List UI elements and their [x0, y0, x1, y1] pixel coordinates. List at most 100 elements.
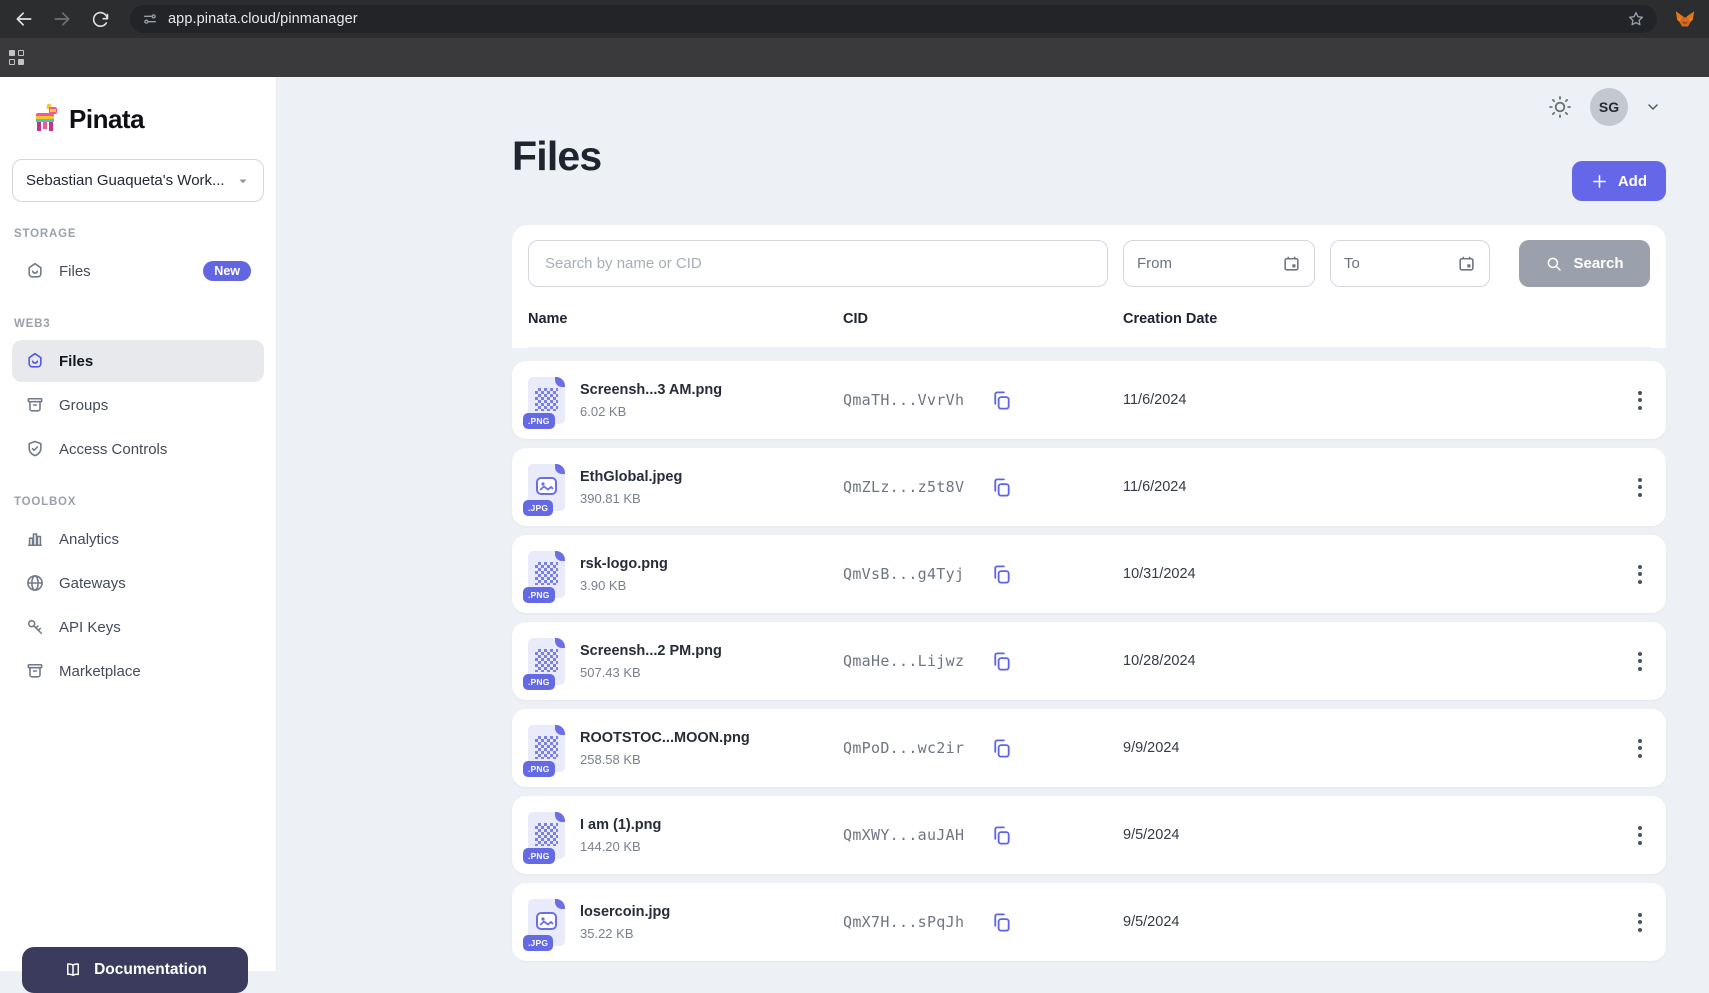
back-icon[interactable]	[12, 7, 36, 31]
site-info-icon[interactable]	[142, 11, 158, 27]
sidebar-item-files[interactable]: Files	[12, 340, 264, 382]
account-chevron-down-icon[interactable]	[1645, 99, 1661, 115]
pin-icon	[25, 261, 45, 281]
file-name-cell: .JPG losercoin.jpg 35.22 KB	[528, 899, 843, 946]
sidebar-item-label: Analytics	[59, 531, 119, 548]
sidebar-nav: STORAGE Files New WEB3 Files Groups Acce…	[12, 228, 264, 692]
file-name-cell: .PNG Screensh...3 AM.png 6.02 KB	[528, 377, 843, 424]
file-name: losercoin.jpg	[580, 904, 670, 920]
sidebar-section-label: WEB3	[14, 318, 264, 330]
cid-cell: QmZLz...z5t8V	[843, 474, 1123, 501]
file-name: Screensh...3 AM.png	[580, 382, 722, 398]
filter-card: From To S	[512, 225, 1666, 348]
file-thumbnail-icon: .PNG	[528, 551, 565, 598]
chevron-down-icon	[236, 174, 250, 188]
file-creation-date: 9/5/2024	[1123, 827, 1626, 843]
file-name: ROOTSTOC...MOON.png	[580, 730, 750, 746]
file-cid: QmX7H...sPqJh	[843, 913, 964, 931]
theme-sun-icon[interactable]	[1547, 94, 1573, 120]
row-menu-kebab-icon[interactable]	[1626, 470, 1654, 504]
file-type-badge: .PNG	[523, 674, 555, 690]
sidebar-item-analytics[interactable]: Analytics	[12, 518, 264, 560]
copy-cid-button[interactable]	[988, 387, 1015, 414]
avatar[interactable]: SG	[1590, 88, 1628, 126]
file-cid: QmPoD...wc2ir	[843, 739, 964, 757]
row-menu-kebab-icon[interactable]	[1626, 731, 1654, 765]
file-creation-date: 11/6/2024	[1123, 392, 1626, 408]
row-menu-kebab-icon[interactable]	[1626, 383, 1654, 417]
file-size: 3.90 KB	[580, 578, 668, 593]
column-cid: CID	[843, 311, 1123, 327]
file-type-badge: .JPG	[523, 935, 553, 951]
copy-cid-button[interactable]	[988, 735, 1015, 762]
copy-cid-button[interactable]	[988, 909, 1015, 936]
file-table-body: .PNG Screensh...3 AM.png 6.02 KB QmaTH..…	[512, 361, 1666, 961]
browser-toolbar: app.pinata.cloud/pinmanager	[0, 0, 1709, 38]
file-name-cell: .PNG Screensh...2 PM.png 507.43 KB	[528, 638, 843, 685]
search-button[interactable]: Search	[1519, 240, 1650, 287]
sidebar-item-api-keys[interactable]: API Keys	[12, 606, 264, 648]
sidebar-item-gateways[interactable]: Gateways	[12, 562, 264, 604]
table-row[interactable]: .PNG ROOTSTOC...MOON.png 258.58 KB QmPoD…	[512, 709, 1666, 787]
row-menu-kebab-icon[interactable]	[1626, 905, 1654, 939]
calendar-icon[interactable]	[1282, 254, 1301, 273]
add-button[interactable]: Add	[1572, 161, 1666, 201]
sidebar-item-access-controls[interactable]: Access Controls	[12, 428, 264, 470]
row-menu-kebab-icon[interactable]	[1626, 557, 1654, 591]
file-creation-date: 10/31/2024	[1123, 566, 1626, 582]
file-type-badge: .PNG	[523, 761, 555, 777]
box-icon	[25, 661, 45, 681]
sidebar-section: STORAGE Files New	[12, 228, 264, 292]
row-menu-kebab-icon[interactable]	[1626, 644, 1654, 678]
table-row[interactable]: .JPG EthGlobal.jpeg 390.81 KB QmZLz...z5…	[512, 448, 1666, 526]
book-icon	[63, 961, 83, 979]
copy-cid-button[interactable]	[988, 648, 1015, 675]
copy-cid-button[interactable]	[988, 474, 1015, 501]
row-menu-kebab-icon[interactable]	[1626, 818, 1654, 852]
key-icon	[25, 617, 45, 637]
sidebar-item-files[interactable]: Files New	[12, 250, 264, 292]
copy-cid-button[interactable]	[988, 822, 1015, 849]
bookmark-star-icon[interactable]	[1627, 10, 1645, 28]
file-size: 35.22 KB	[580, 926, 670, 941]
file-cid: QmaTH...VvrVh	[843, 391, 964, 409]
metamask-icon[interactable]	[1673, 7, 1697, 31]
copy-cid-button[interactable]	[988, 561, 1015, 588]
new-badge: New	[203, 261, 251, 281]
file-name: rsk-logo.png	[580, 556, 668, 572]
workspace-name: Sebastian Guaqueta's Work...	[26, 172, 225, 189]
calendar-icon[interactable]	[1457, 254, 1476, 273]
search-input[interactable]	[528, 240, 1108, 287]
sidebar-item-groups[interactable]: Groups	[12, 384, 264, 426]
table-row[interactable]: .PNG Screensh...2 PM.png 507.43 KB QmaHe…	[512, 622, 1666, 700]
file-size: 507.43 KB	[580, 665, 722, 680]
file-name: I am (1).png	[580, 817, 661, 833]
address-bar[interactable]: app.pinata.cloud/pinmanager	[130, 5, 1657, 33]
sidebar-item-marketplace[interactable]: Marketplace	[12, 650, 264, 692]
documentation-button[interactable]: Documentation	[22, 947, 248, 993]
cid-cell: QmVsB...g4Tyj	[843, 561, 1123, 588]
pinata-logo[interactable]: Pinata	[30, 97, 264, 141]
forward-icon[interactable]	[50, 7, 74, 31]
table-row[interactable]: .JPG losercoin.jpg 35.22 KB QmX7H...sPqJ…	[512, 883, 1666, 961]
file-cid: QmZLz...z5t8V	[843, 478, 964, 496]
date-from-field[interactable]: From	[1123, 240, 1315, 287]
apps-grid-icon[interactable]	[9, 50, 24, 65]
documentation-label: Documentation	[94, 961, 207, 979]
column-creation-date: Creation Date	[1123, 311, 1610, 327]
date-to-field[interactable]: To	[1330, 240, 1490, 287]
table-row[interactable]: .PNG I am (1).png 144.20 KB QmXWY...auJA…	[512, 796, 1666, 874]
table-row[interactable]: .PNG Screensh...3 AM.png 6.02 KB QmaTH..…	[512, 361, 1666, 439]
file-name-cell: .PNG ROOTSTOC...MOON.png 258.58 KB	[528, 725, 843, 772]
search-button-label: Search	[1573, 255, 1623, 272]
url-text: app.pinata.cloud/pinmanager	[168, 11, 358, 27]
search-icon	[1545, 255, 1563, 273]
file-size: 258.58 KB	[580, 752, 750, 767]
cid-cell: QmXWY...auJAH	[843, 822, 1123, 849]
bookmarks-strip	[0, 38, 1709, 77]
column-name: Name	[528, 311, 843, 327]
table-row[interactable]: .PNG rsk-logo.png 3.90 KB QmVsB...g4Tyj …	[512, 535, 1666, 613]
sidebar: Pinata Sebastian Guaqueta's Work... STOR…	[0, 77, 277, 971]
refresh-icon[interactable]	[88, 7, 112, 31]
workspace-selector[interactable]: Sebastian Guaqueta's Work...	[12, 159, 264, 202]
